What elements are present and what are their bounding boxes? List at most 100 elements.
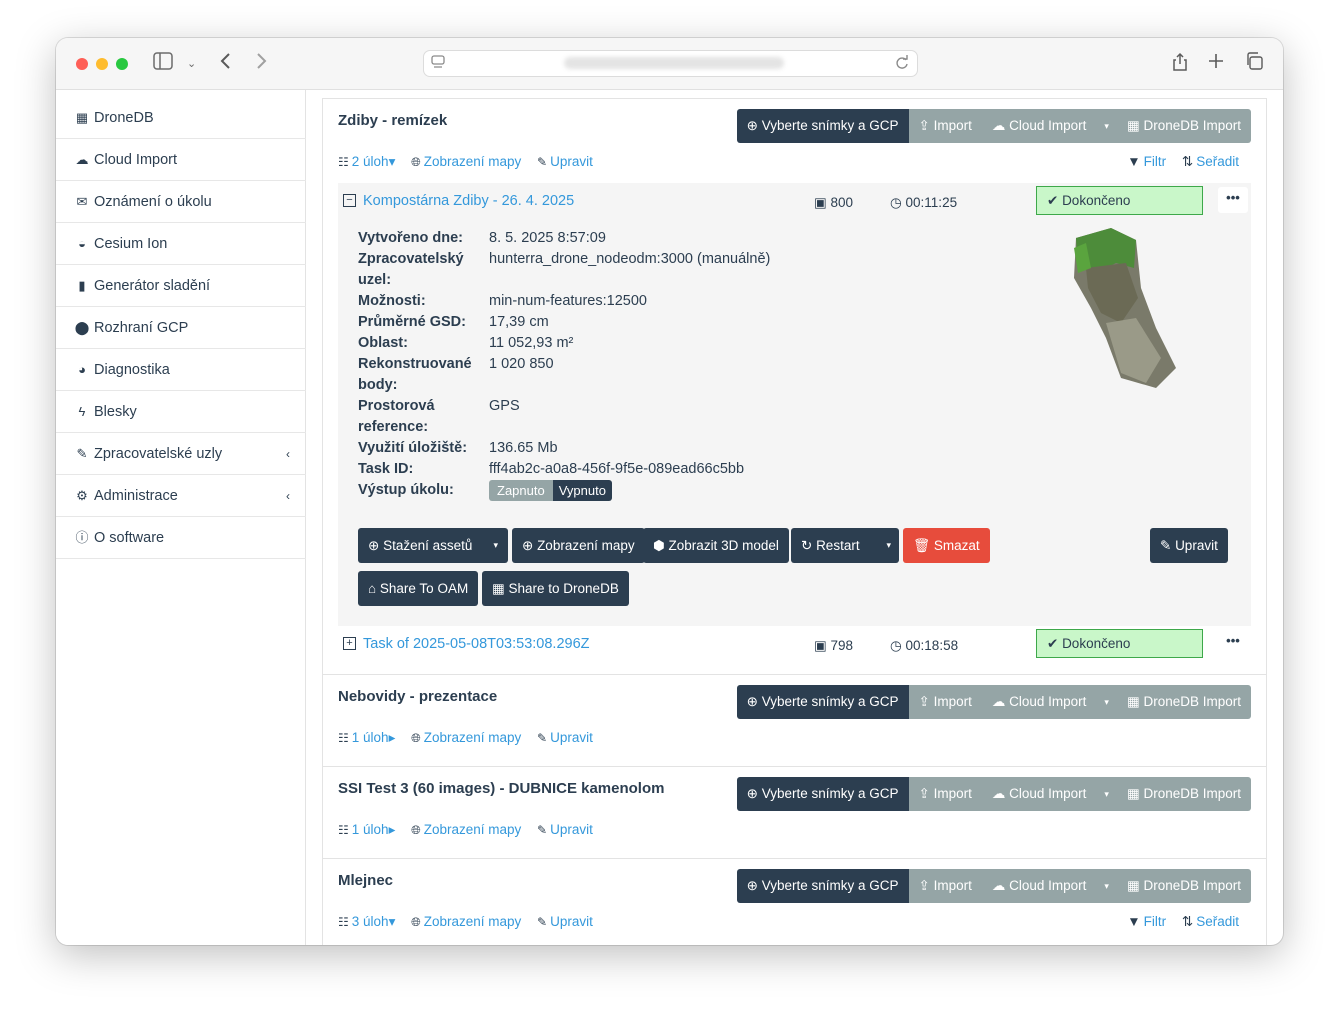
edit-project-link[interactable]: ✎ Upravit	[537, 154, 593, 169]
sidebar-toggle-icon[interactable]	[153, 52, 173, 77]
select-images-button[interactable]: ⊕ Vyberte snímky a GCP	[736, 869, 909, 903]
delete-button[interactable]: 🗑︎ Smazat	[903, 528, 990, 563]
cloud-import-dropdown-button[interactable]: ▾	[1096, 777, 1117, 811]
tasks-count-link[interactable]: ☷ 3 úloh▾	[338, 914, 395, 929]
task-output-toggle[interactable]: Zapnuto Vypnuto	[489, 480, 612, 501]
url-text	[564, 57, 784, 69]
prop-value: hunterra_drone_nodeodm:3000 (manuálně)	[489, 251, 771, 267]
sidebar-item-gcp-interface[interactable]: ⬤ Rozhraní GCP	[56, 307, 306, 349]
tasks-list-icon: ☷	[338, 823, 349, 837]
images-value: 798	[830, 638, 854, 653]
filter-link[interactable]: ▼ Filtr	[1127, 154, 1166, 169]
dronedb-import-button[interactable]: ▦ DroneDB Import	[1116, 869, 1251, 903]
project-card: Nebovidy - prezentace ⊕ Vyberte snímky a…	[323, 675, 1266, 767]
dronedb-icon: ▦	[492, 581, 509, 596]
prop-label: Task ID:	[358, 461, 414, 477]
cloud-import-button[interactable]: ☁ Cloud Import	[981, 109, 1097, 143]
clock-icon: ◷	[890, 638, 906, 653]
view-3d-model-button[interactable]: ⬢ Zobrazit 3D model	[643, 528, 789, 563]
sidebar-item-cloud-import[interactable]: ☁ Cloud Import	[56, 139, 306, 181]
import-button[interactable]: ⇪ Import	[908, 869, 982, 903]
back-icon[interactable]	[220, 52, 232, 77]
sidebar-item-processing-nodes[interactable]: ✎ Zpracovatelské uzly ‹	[56, 433, 306, 475]
output-on-option[interactable]: Zapnuto	[489, 480, 553, 501]
cloud-import-dropdown-button[interactable]: ▾	[1096, 109, 1117, 143]
restart-button[interactable]: ↻ Restart ▾	[791, 528, 899, 563]
dronedb-import-button[interactable]: ▦ DroneDB Import	[1116, 109, 1251, 143]
task-more-button[interactable]: •••	[1218, 187, 1248, 213]
prop-value: GPS	[489, 398, 520, 414]
share-to-dronedb-button[interactable]: ▦ Share to DroneDB	[482, 571, 629, 606]
collapse-task-icon[interactable]: −	[343, 194, 356, 207]
prop-label: Využití úložiště:	[358, 440, 468, 456]
select-images-button[interactable]: ⊕ Vyberte snímky a GCP	[736, 685, 909, 719]
map-view-link[interactable]: 🌐︎ Zobrazení mapy	[411, 914, 521, 929]
share-to-oam-button[interactable]: ⌂ Share To OAM	[358, 571, 479, 606]
expand-task-icon[interactable]: +	[343, 637, 356, 650]
zoom-window-button[interactable]	[116, 58, 128, 70]
projects-list: Zdiby - remízek ⊕ Vyberte snímky a GCP ⇪…	[322, 98, 1267, 945]
link-label: Upravit	[550, 822, 593, 837]
share-icon[interactable]	[1172, 52, 1188, 79]
reload-icon[interactable]	[895, 54, 909, 74]
prop-label: Rekonstruované body:	[358, 356, 472, 393]
import-button[interactable]: ⇪ Import	[908, 777, 982, 811]
cloud-import-button[interactable]: ☁ Cloud Import	[981, 777, 1097, 811]
task-duration: ◷ 00:11:25	[890, 195, 957, 211]
task-name[interactable]: Kompostárna Zdiby - 26. 4. 2025	[363, 193, 574, 209]
task-name[interactable]: Task of 2025-05-08T03:53:08.296Z	[363, 636, 590, 652]
close-window-button[interactable]	[76, 58, 88, 70]
project-list-controls: ▼ Filtr ⇅ Seřadit	[1127, 914, 1239, 930]
tab-overview-icon[interactable]	[1245, 52, 1263, 77]
sidebar-item-administration[interactable]: ⚙ Administrace ‹	[56, 475, 306, 517]
tasks-count-link[interactable]: ☷ 1 úloh▸	[338, 730, 395, 745]
task-map-view-button[interactable]: ⊕ Zobrazení mapy	[512, 528, 645, 563]
tasks-count-link[interactable]: ☷ 1 úloh▸	[338, 822, 395, 837]
map-view-link[interactable]: 🌐︎ Zobrazení mapy	[411, 154, 521, 169]
output-off-option[interactable]: Vypnuto	[552, 480, 612, 501]
link-label: Zobrazení mapy	[423, 822, 522, 837]
edit-project-link[interactable]: ✎ Upravit	[537, 914, 593, 929]
button-label: DroneDB Import	[1143, 118, 1241, 133]
button-label: Restart	[816, 538, 860, 553]
new-tab-icon[interactable]	[1208, 52, 1224, 77]
edit-task-button[interactable]: ✎ Upravit	[1150, 528, 1228, 563]
select-images-button[interactable]: ⊕ Vyberte snímky a GCP	[736, 109, 909, 143]
filter-link[interactable]: ▼ Filtr	[1127, 914, 1166, 929]
import-button[interactable]: ⇪ Import	[908, 109, 982, 143]
sidebar-item-label: Blesky	[94, 404, 137, 420]
site-settings-icon[interactable]	[431, 54, 445, 74]
sidebar-item-alignment-generator[interactable]: ▮ Generátor sladění	[56, 265, 306, 307]
address-bar[interactable]	[423, 50, 918, 77]
project-links: ☷ 1 úloh▸ 🌐︎ Zobrazení mapy ✎ Upravit	[338, 730, 605, 746]
import-button[interactable]: ⇪ Import	[908, 685, 982, 719]
map-view-link[interactable]: 🌐︎ Zobrazení mapy	[411, 822, 521, 837]
sort-link[interactable]: ⇅ Seřadit	[1182, 914, 1239, 929]
sort-link[interactable]: ⇅ Seřadit	[1182, 154, 1239, 169]
minimize-window-button[interactable]	[96, 58, 108, 70]
button-label: DroneDB Import	[1143, 694, 1241, 709]
select-images-button[interactable]: ⊕ Vyberte snímky a GCP	[736, 777, 909, 811]
task-thumbnail[interactable]	[1066, 228, 1181, 393]
forward-icon[interactable]	[255, 52, 267, 77]
download-assets-button[interactable]: ⊕ Stažení assetů ▾	[358, 528, 508, 563]
button-label: Vyberte snímky a GCP	[761, 118, 899, 133]
sidebar-item-lightning[interactable]: ϟ Blesky	[56, 391, 306, 433]
sidebar-item-about[interactable]: ⓘ O software	[56, 517, 306, 559]
sidebar-item-diagnostics[interactable]: ◕ Diagnostika	[56, 349, 306, 391]
dronedb-import-button[interactable]: ▦ DroneDB Import	[1116, 685, 1251, 719]
cloud-import-dropdown-button[interactable]: ▾	[1096, 869, 1117, 903]
edit-project-link[interactable]: ✎ Upravit	[537, 822, 593, 837]
cloud-import-dropdown-button[interactable]: ▾	[1096, 685, 1117, 719]
tab-menu-chevron-icon[interactable]: ⌄	[187, 52, 196, 76]
sidebar-item-dronedb[interactable]: ▦ DroneDB	[56, 97, 306, 139]
cloud-import-button[interactable]: ☁ Cloud Import	[981, 685, 1097, 719]
sidebar-item-task-notifications[interactable]: ✉ Oznámení o úkolu	[56, 181, 306, 223]
tasks-count-link[interactable]: ☷ 2 úloh▾	[338, 154, 395, 169]
cloud-import-button[interactable]: ☁ Cloud Import	[981, 869, 1097, 903]
edit-project-link[interactable]: ✎ Upravit	[537, 730, 593, 745]
dronedb-import-button[interactable]: ▦ DroneDB Import	[1116, 777, 1251, 811]
map-view-link[interactable]: 🌐︎ Zobrazení mapy	[411, 730, 521, 745]
sidebar-item-cesium-ion[interactable]: ◒ Cesium Ion	[56, 223, 306, 265]
task-more-button[interactable]: •••	[1218, 630, 1248, 656]
